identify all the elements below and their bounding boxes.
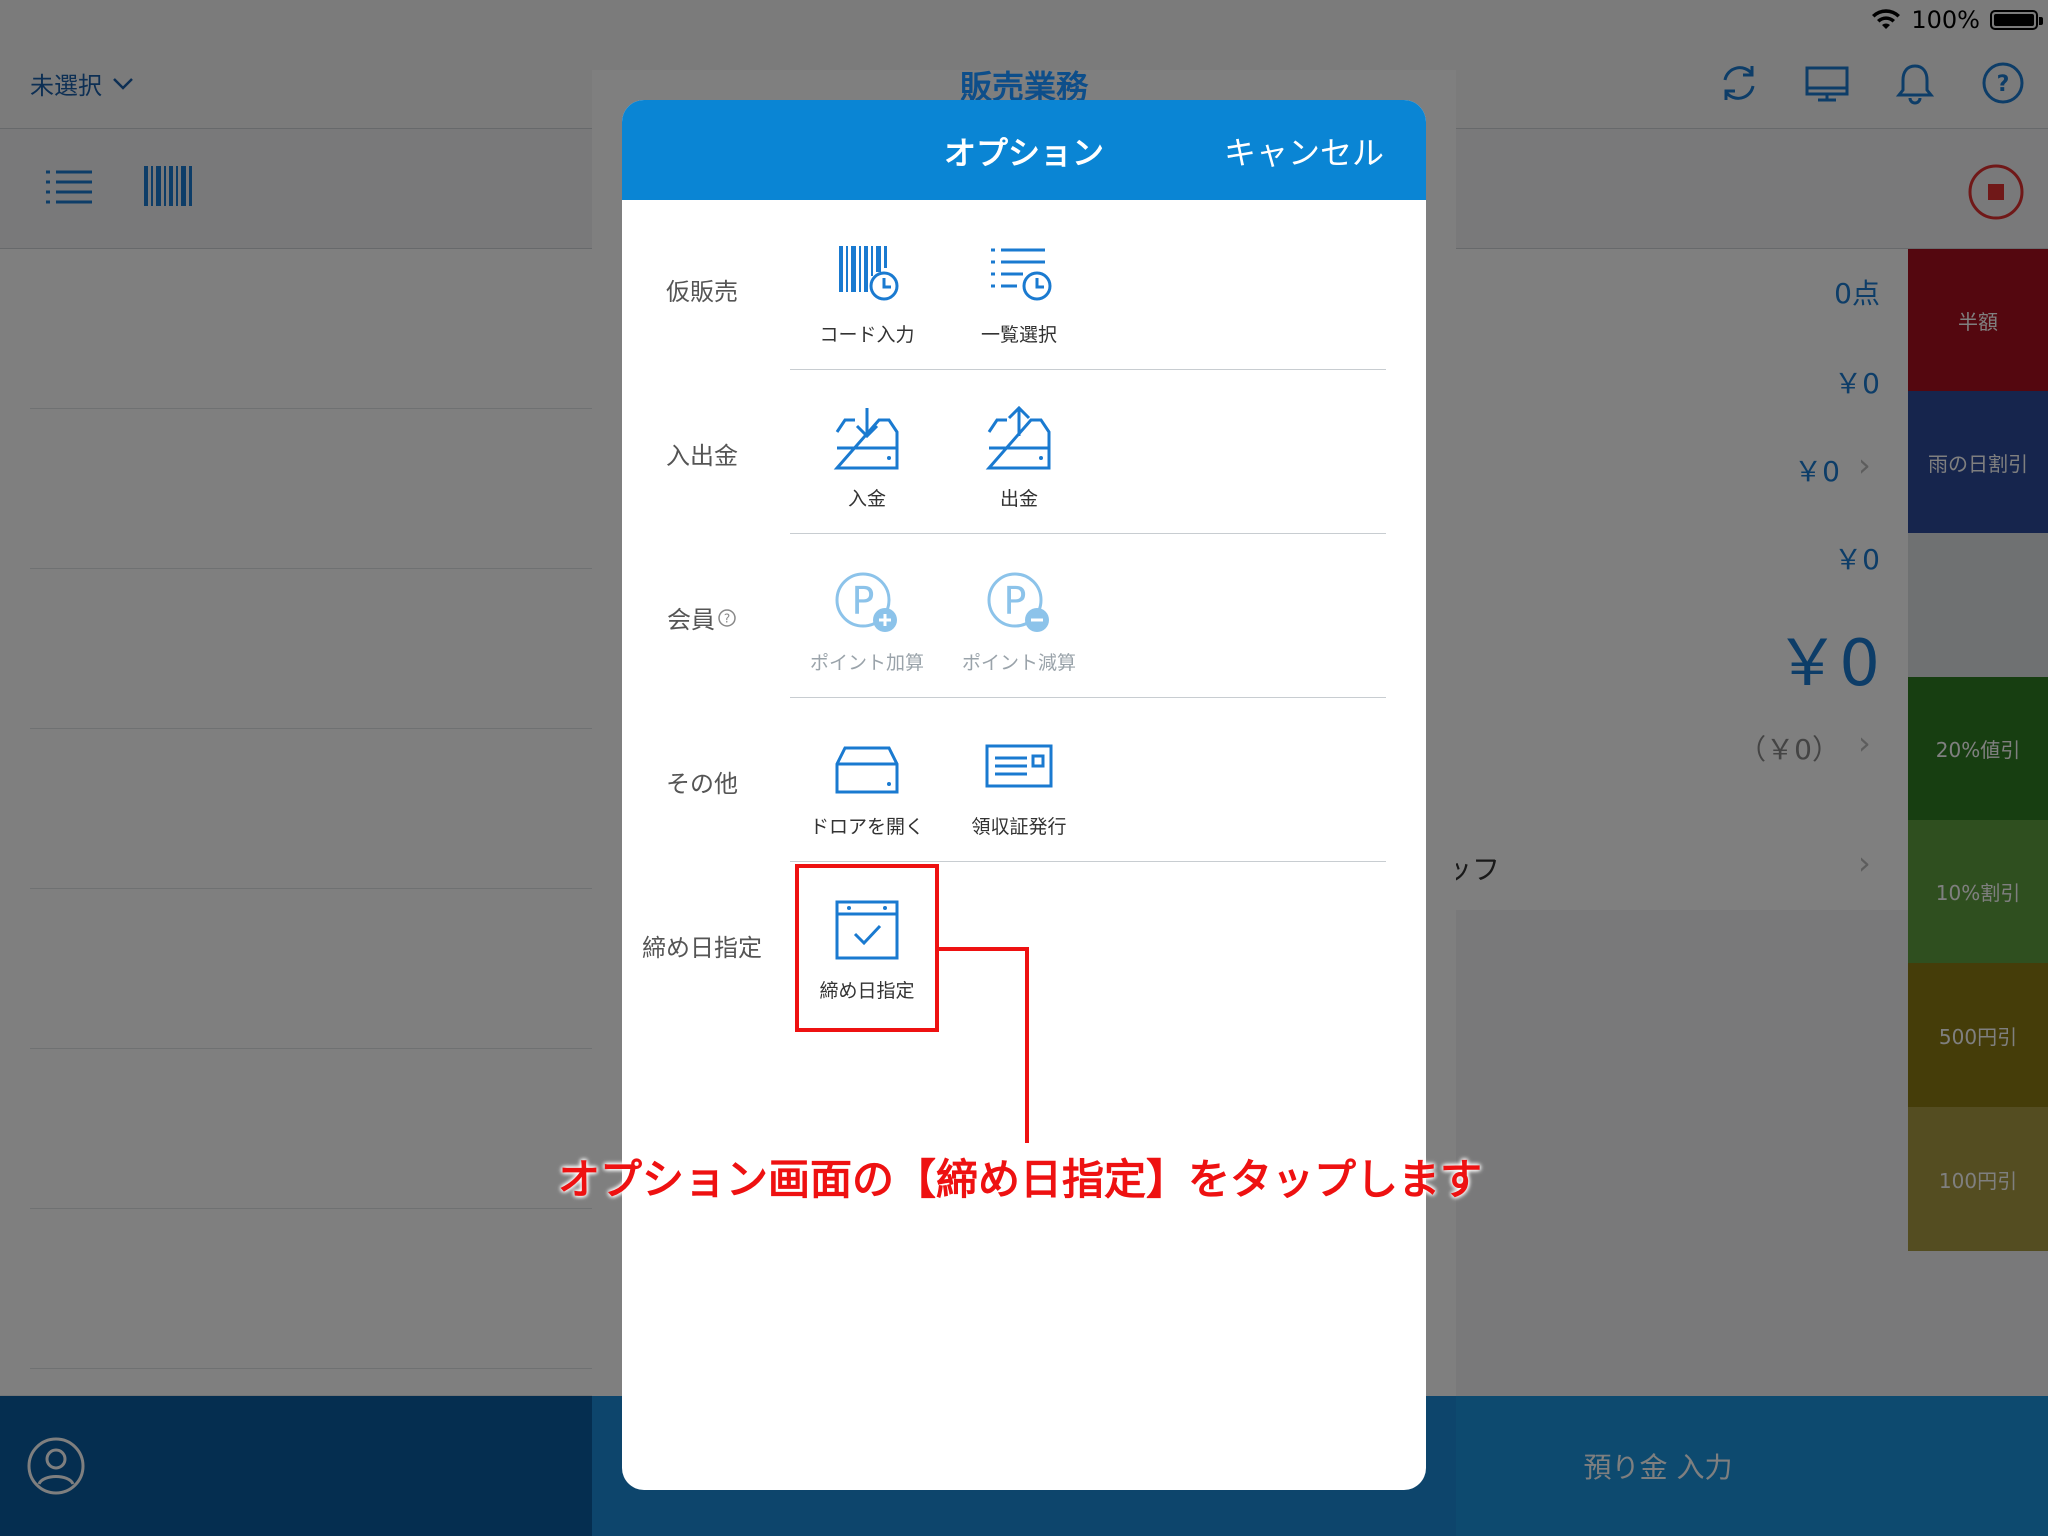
option-point-subtract: P ポイント減算 — [944, 570, 1094, 675]
option-label: 一覧選択 — [980, 324, 1057, 346]
option-label: コード入力 — [819, 324, 915, 346]
tray-in-icon — [833, 408, 899, 470]
section-label-cash-in-out: 入出金 — [666, 442, 738, 470]
option-issue-receipt[interactable]: 領収証発行 — [944, 734, 1094, 839]
cancel-button[interactable]: キャンセル — [1224, 128, 1384, 174]
section-label-closing-date: 締め日指定 — [642, 934, 762, 962]
option-label: 入金 — [847, 488, 886, 510]
callout-line — [1025, 947, 1029, 1143]
receipt-icon — [985, 744, 1053, 788]
svg-text:P: P — [852, 579, 875, 623]
section-label-other: その他 — [666, 770, 738, 798]
option-open-drawer[interactable]: ドロアを開く — [792, 734, 942, 839]
section-divider — [790, 369, 1386, 370]
option-label: ドロアを開く — [809, 816, 924, 838]
drawer-icon — [835, 746, 899, 794]
section-divider — [790, 697, 1386, 698]
section-label-temp-sale: 仮販売 — [666, 278, 738, 306]
help-icon[interactable]: ? — [717, 608, 737, 628]
section-label-text: 会員 — [667, 606, 715, 634]
list-clock-icon — [991, 248, 1052, 301]
tray-out-icon — [985, 405, 1051, 470]
option-label: 出金 — [999, 488, 1038, 510]
callout-line — [939, 947, 1029, 951]
instruction-annotation: オプション画面の【締め日指定】をタップします — [557, 1155, 1482, 1204]
section-divider — [790, 533, 1386, 534]
options-modal: オプション キャンセル 仮販売 コード入力 一覧選択 入出金 入金 出金 会員 … — [622, 100, 1426, 1490]
section-label-member: 会員 ? — [622, 600, 782, 635]
option-cash-out[interactable]: 出金 — [944, 405, 1094, 511]
barcode-clock-icon — [839, 246, 899, 301]
option-label: 領収証発行 — [971, 816, 1067, 838]
option-list-select[interactable]: 一覧選択 — [944, 242, 1094, 347]
option-label: ポイント加算 — [809, 652, 924, 674]
option-label: ポイント減算 — [961, 652, 1076, 674]
svg-text:P: P — [1004, 579, 1027, 623]
highlight-box — [795, 864, 939, 1032]
option-point-add: P ポイント加算 — [792, 570, 942, 675]
option-cash-in[interactable]: 入金 — [792, 406, 942, 511]
point-minus-icon: P — [987, 572, 1049, 632]
point-plus-icon: P — [835, 572, 897, 632]
section-divider — [790, 861, 1386, 862]
option-code-input[interactable]: コード入力 — [792, 242, 942, 347]
svg-text:?: ? — [724, 611, 730, 625]
